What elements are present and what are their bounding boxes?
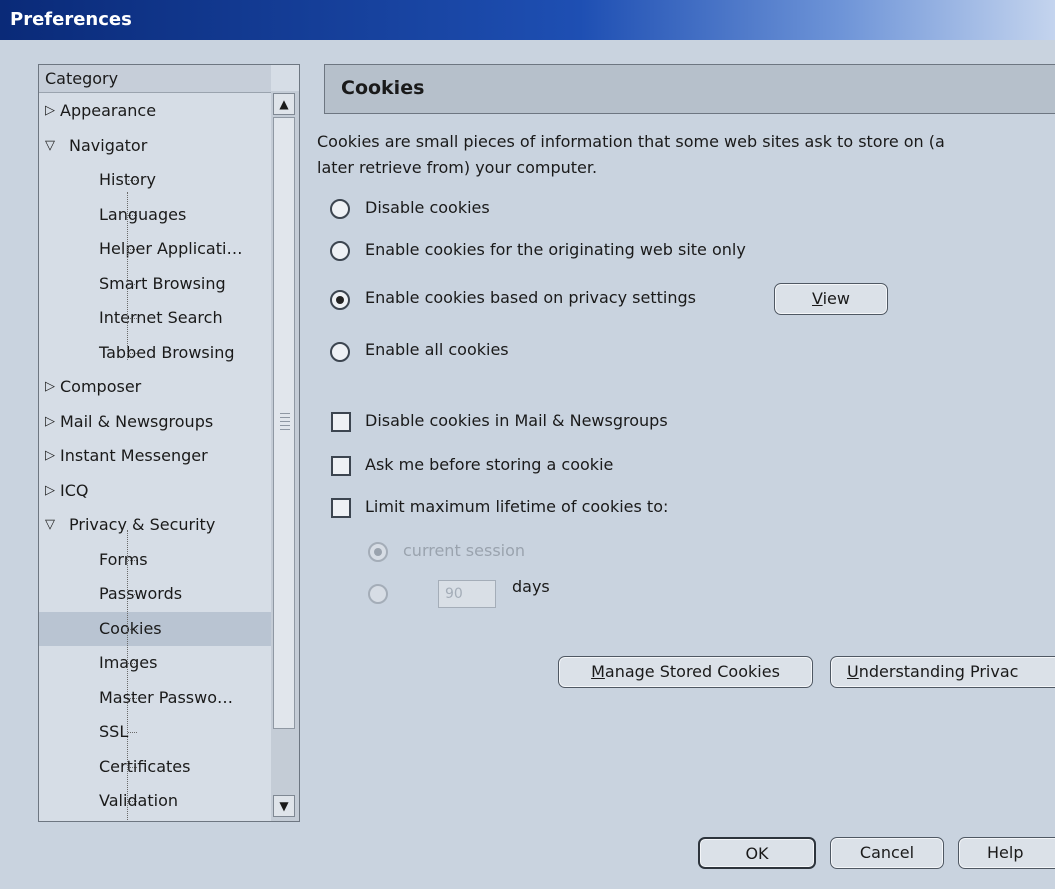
tree-item-label: Composer [60,377,142,396]
twisty-expanded-icon[interactable]: ▽ [45,508,55,542]
help-button[interactable]: Help [958,837,1055,869]
label-privacy-settings[interactable]: Enable cookies based on privacy settings [365,288,696,307]
label-limit-lifetime[interactable]: Limit maximum lifetime of cookies to: [365,497,668,516]
tree-item-label: Passwords [99,584,183,603]
tree-connector [128,732,137,733]
label-current-session: current session [403,541,526,560]
radio-current-session[interactable] [368,542,388,562]
arrow-up-icon: ▲ [279,97,289,111]
checkbox-ask-before-storing[interactable] [331,456,351,476]
tree-guide-privacy [127,530,128,820]
tree-item-label: Privacy & Security [69,515,216,534]
tree-item-label: Navigator [69,136,148,155]
tree-item-label: Certificates [99,757,191,776]
tree-item-instant-messenger[interactable]: ▷ Instant Messenger [39,439,271,473]
understanding-button-mnemonic: U [847,662,859,681]
tree-item-passwords[interactable]: Passwords [39,577,271,611]
label-ask-before-storing[interactable]: Ask me before storing a cookie [365,455,613,474]
arrow-down-icon: ▼ [279,799,289,813]
manage-stored-cookies-button[interactable]: Manage Stored Cookies [558,656,813,688]
scroll-grip [280,413,290,433]
tree-item-label: Instant Messenger [60,446,208,465]
understanding-button-label: nderstanding Privac [858,662,1019,681]
tree-item-label: Cookies [99,619,162,638]
checkbox-limit-lifetime[interactable] [331,498,351,518]
tree-item-tabbed-browsing[interactable]: Tabbed Browsing [39,336,271,370]
understanding-privacy-button[interactable]: Understanding Privac [830,656,1055,688]
scroll-down-button[interactable]: ▼ [273,795,295,817]
label-originating-only[interactable]: Enable cookies for the originating web s… [365,240,746,259]
twisty-collapsed-icon[interactable]: ▷ [45,405,55,439]
twisty-expanded-icon[interactable]: ▽ [45,129,55,163]
tree-item-forms[interactable]: Forms [39,543,271,577]
tree-item-history[interactable]: History [39,163,271,197]
twisty-collapsed-icon[interactable]: ▷ [45,474,55,508]
tree-item-privacy-security[interactable]: ▽ Privacy & Security [39,508,271,542]
tree-item-mail-newsgroups[interactable]: ▷ Mail & Newsgroups [39,405,271,439]
view-button-mnemonic: V [812,289,823,308]
scroll-thumb[interactable] [273,117,295,729]
cancel-button[interactable]: Cancel [830,837,944,869]
tree-item-label: Forms [99,550,148,569]
radio-all-cookies[interactable] [330,342,350,362]
category-header-label: Category [45,69,119,88]
radio-days[interactable] [368,584,388,604]
tree-item-smart-browsing[interactable]: Smart Browsing [39,267,271,301]
label-all-cookies[interactable]: Enable all cookies [365,340,509,359]
tree-item-languages[interactable]: Languages [39,198,271,232]
radio-disable-cookies[interactable] [330,199,350,219]
tree-item-label: Helper Applicati… [99,239,243,258]
tree-item-composer[interactable]: ▷ Composer [39,370,271,404]
tree-item-label: ICQ [60,481,89,500]
twisty-collapsed-icon[interactable]: ▷ [45,94,55,128]
checkbox-disable-mail-cookies[interactable] [331,412,351,432]
tree-item-helper-applicati[interactable]: Helper Applicati… [39,232,271,266]
category-tree[interactable]: Category ▷ Appearance ▽ Navigator History Lan… [38,64,300,822]
tree-item-certificates[interactable]: Certificates [39,750,271,784]
tree-item-icq[interactable]: ▷ ICQ [39,474,271,508]
tree-item-label: Appearance [60,101,157,120]
tree-guide-navigator [127,192,128,360]
twisty-collapsed-icon[interactable]: ▷ [45,439,55,473]
tree-item-internet-search[interactable]: Internet Search [39,301,271,335]
scroll-up-button[interactable]: ▲ [273,93,295,115]
radio-privacy-settings[interactable] [330,290,350,310]
window-title: Preferences [10,9,132,30]
tree-item-label: Languages [99,205,187,224]
ok-button[interactable]: OK [698,837,816,869]
tree-item-navigator[interactable]: ▽ Navigator [39,129,271,163]
radio-originating-only[interactable] [330,241,350,261]
manage-button-label: anage Stored Cookies [604,662,780,681]
tree-item-label: SSL [99,722,129,741]
twisty-collapsed-icon[interactable]: ▷ [45,370,55,404]
manage-button-mnemonic: M [591,662,605,681]
tree-item-ssl[interactable]: SSL [39,715,271,749]
view-button[interactable]: View [774,283,888,315]
view-button-label: iew [822,289,850,308]
tree-item-cookies[interactable]: Cookies [39,612,271,646]
tree-item-label: Mail & Newsgroups [60,412,214,431]
tree-item-master-passwo[interactable]: Master Passwo… [39,681,271,715]
category-scrollbar[interactable]: ▲ ▼ [271,91,299,821]
tree-item-appearance[interactable]: ▷ Appearance [39,94,271,128]
tree-item-label: Internet Search [99,308,223,327]
label-disable-mail-cookies[interactable]: Disable cookies in Mail & Newsgroups [365,411,668,430]
title-bar[interactable]: Preferences [0,0,1055,40]
tree-item-label: Images [99,653,158,672]
description-line-1: Cookies are small pieces of information … [317,132,945,151]
tree-item-validation[interactable]: Validation [39,784,271,818]
tree-item-label: Validation [99,791,179,810]
tree-item-label: Master Passwo… [99,688,234,707]
tree-item-label: Smart Browsing [99,274,226,293]
label-disable-cookies[interactable]: Disable cookies [365,198,490,217]
category-column-header[interactable]: Category [39,65,271,93]
tree-item-images[interactable]: Images [39,646,271,680]
days-input[interactable]: 90 [438,580,496,608]
panel-header: Cookies [324,64,1055,114]
days-label: days [512,577,550,596]
tree-item-label: Tabbed Browsing [99,343,235,362]
panel-title: Cookies [341,77,425,99]
description-line-2: later retrieve from) your computer. [317,158,598,177]
